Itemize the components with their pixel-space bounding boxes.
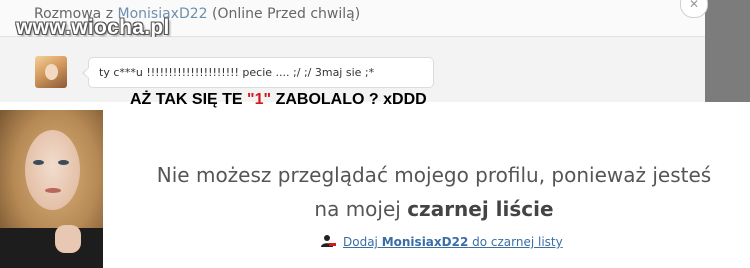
blacklist-line-2-prefix: na mojej xyxy=(314,197,408,221)
link-username: MonisiaxD22 xyxy=(381,235,469,249)
meme-caption: AŻ TAK SIĘ TE "1" ZABOLALO ? xDDD xyxy=(130,91,427,109)
profile-photo xyxy=(0,110,103,268)
close-icon: ✕ xyxy=(688,0,700,11)
message-bubble: ty c***u !!!!!!!!!!!!!!!!!!!!! pecie ...… xyxy=(88,57,434,88)
chat-status: (Online Przed chwilą) xyxy=(212,6,361,22)
avatar[interactable] xyxy=(35,56,67,88)
photo-scarf xyxy=(0,228,103,268)
blacklist-message: Nie możesz przeglądać mojego profilu, po… xyxy=(128,158,740,226)
add-to-blacklist-link[interactable]: Dodaj MonisiaxD22 do czarnej listy xyxy=(320,234,563,249)
photo-eye-left xyxy=(33,160,44,165)
caption-highlight: "1" xyxy=(247,91,272,108)
avatar-face xyxy=(45,64,58,80)
link-suffix: do czarnej listy xyxy=(468,235,563,249)
message-text: ty c***u !!!!!!!!!!!!!!!!!!!!! pecie ...… xyxy=(99,66,375,79)
caption-before: AŻ TAK SIĘ TE xyxy=(130,91,248,108)
blacklist-line-1: Nie możesz przeglądać mojego profilu, po… xyxy=(156,163,712,187)
page-background xyxy=(705,0,750,102)
photo-face xyxy=(25,130,80,210)
blacklist-line-2-bold: czarnej liście xyxy=(407,197,554,221)
photo-hand xyxy=(55,225,81,253)
photo-eye-right xyxy=(58,160,69,165)
chat-window: Rozmowa z MonisiaxD22 (Online Przed chwi… xyxy=(0,0,750,102)
add-to-blacklist-text[interactable]: Dodaj MonisiaxD22 do czarnej listy xyxy=(343,235,563,249)
photo-mouth xyxy=(45,188,61,193)
blacklist-line-2: na mojej czarnej liście xyxy=(128,192,740,226)
link-prefix: Dodaj xyxy=(343,235,382,249)
caption-after: ZABOLALO ? xDDD xyxy=(271,91,427,108)
user-block-icon xyxy=(321,235,336,247)
close-button[interactable]: ✕ xyxy=(680,0,708,18)
bubble-tail-inner xyxy=(84,68,89,78)
